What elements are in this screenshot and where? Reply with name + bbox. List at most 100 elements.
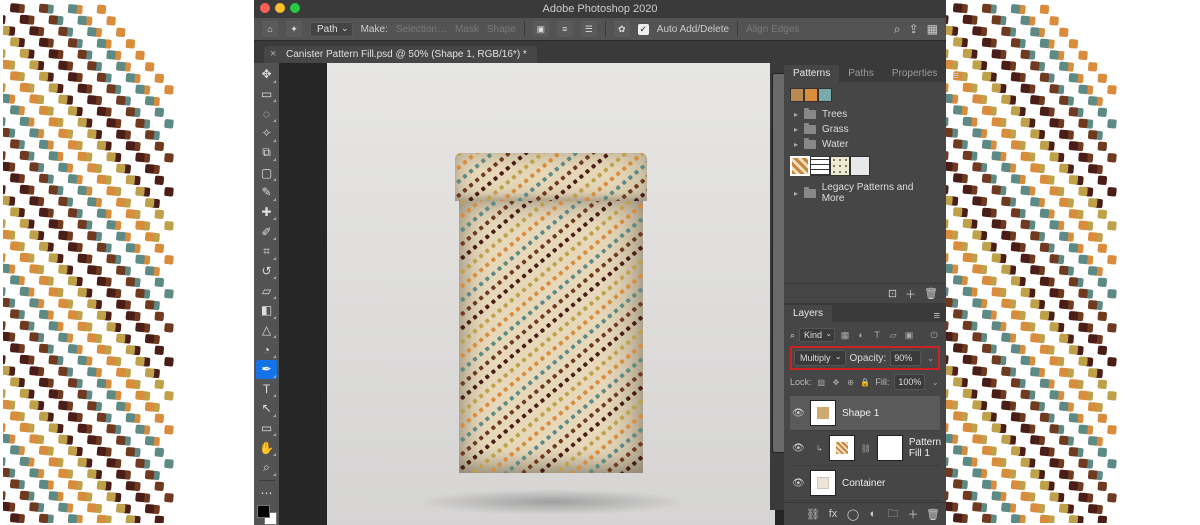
pattern-folder-trees[interactable]: ▸Trees [790, 107, 940, 122]
filter-shape-icon[interactable]: ▱ [887, 329, 899, 341]
tool-healing[interactable]: ✚ [256, 203, 277, 222]
layer-thumb[interactable] [829, 435, 855, 461]
tab-paths[interactable]: Paths [839, 65, 883, 82]
canvas-area[interactable] [279, 63, 784, 525]
layer-name[interactable]: Shape 1 [842, 408, 879, 419]
layer-thumb[interactable] [810, 400, 836, 426]
pattern-thumb[interactable] [810, 156, 830, 176]
path-align-icon[interactable]: ≡ [557, 21, 573, 37]
tool-pen[interactable]: ✒ [256, 360, 277, 379]
tool-rectangle[interactable]: ▭ [256, 419, 277, 438]
layer-mask-thumb[interactable] [877, 435, 903, 461]
lock-all-icon[interactable]: 🔒 [860, 376, 870, 388]
pattern-folder-water[interactable]: ▸Water [790, 137, 940, 152]
tab-layers[interactable]: Layers [784, 305, 832, 322]
visibility-toggle-icon[interactable]: 👁 [792, 478, 804, 489]
mask-icon[interactable]: ◯ [846, 507, 860, 521]
fg-bg-swatch[interactable] [257, 505, 277, 525]
panel-menu-icon[interactable]: ≡ [946, 70, 964, 82]
lock-position-icon[interactable]: ✥ [831, 376, 841, 388]
pattern-folder-grass[interactable]: ▸Grass [790, 122, 940, 137]
pattern-thumb[interactable] [850, 156, 870, 176]
trash-icon[interactable]: 🗑 [924, 287, 938, 300]
tool-brush[interactable]: ✐ [256, 222, 277, 241]
tool-hand[interactable]: ✋ [256, 438, 277, 457]
tool-wand[interactable]: ✧ [256, 124, 277, 143]
home-icon[interactable]: ⌂ [262, 21, 278, 37]
panel-menu-icon[interactable]: ≡ [928, 310, 946, 322]
tool-lasso[interactable]: ◌ [256, 104, 277, 123]
pattern-swatch[interactable] [818, 88, 832, 102]
path-op-combine-icon[interactable]: ▣ [533, 21, 549, 37]
chevron-down-icon[interactable]: ⌄ [930, 376, 940, 388]
new-preset-icon[interactable]: ＋ [905, 286, 916, 302]
blend-mode-select[interactable]: Multiply [794, 350, 846, 366]
tool-clone[interactable]: ⌗ [256, 242, 277, 261]
tool-zoom[interactable]: ⌕ [256, 458, 277, 477]
visibility-toggle-icon[interactable]: 👁 [792, 443, 804, 454]
group-icon[interactable]: 🗀 [886, 507, 900, 521]
pattern-swatch[interactable] [790, 88, 804, 102]
lock-pixels-icon[interactable]: ▨ [817, 376, 827, 388]
tool-history-brush[interactable]: ↺ [256, 262, 277, 281]
share-icon[interactable]: ⇪ [909, 22, 919, 37]
layer-name[interactable]: Pattern Fill 1 [909, 437, 941, 459]
make-mask-button[interactable]: Mask [455, 24, 479, 35]
link-layers-icon[interactable]: ⛓ [806, 507, 820, 521]
minimize-window-button[interactable] [275, 3, 285, 13]
tool-type[interactable]: T [256, 380, 277, 399]
tool-eyedropper[interactable]: ✎ [256, 183, 277, 202]
filter-adjust-icon[interactable]: ◐ [855, 329, 867, 341]
path-arrange-icon[interactable]: ☰ [581, 21, 597, 37]
fx-icon[interactable]: fx [826, 507, 840, 521]
document-tab[interactable]: Canister Pattern Fill.psd @ 50% (Shape 1… [264, 46, 537, 63]
adjustment-icon[interactable]: ◐ [866, 507, 880, 521]
tool-dodge[interactable]: ◔ [256, 340, 277, 359]
tab-patterns[interactable]: Patterns [784, 65, 839, 82]
tool-frame[interactable]: ▢ [256, 163, 277, 182]
tool-marquee[interactable]: ▭ [256, 85, 277, 104]
new-layer-icon[interactable]: ＋ [906, 507, 920, 521]
layer-row-pattern-fill-1[interactable]: 👁 ↳ ⛓ Pattern Fill 1 [790, 431, 940, 466]
zoom-window-button[interactable] [290, 3, 300, 13]
pattern-folder-legacy[interactable]: ▸Legacy Patterns and More [790, 180, 940, 206]
tool-preset-icon[interactable]: ✦ [286, 21, 302, 37]
filter-toggle-icon[interactable]: ⏻ [928, 329, 940, 341]
tab-properties[interactable]: Properties [883, 65, 947, 82]
layer-name[interactable]: Container [842, 478, 885, 489]
visibility-toggle-icon[interactable]: 👁 [792, 408, 804, 419]
workspace-switcher-icon[interactable]: ▦ [927, 22, 938, 37]
tool-eraser[interactable]: ▱ [256, 281, 277, 300]
layer-row-container[interactable]: 👁 Container [790, 466, 940, 501]
lock-artboard-icon[interactable]: ⊕ [846, 376, 856, 388]
link-icon[interactable]: ⛓ [861, 444, 871, 453]
path-mode-select[interactable]: Path [310, 22, 353, 37]
close-window-button[interactable] [260, 3, 270, 13]
tool-move[interactable]: ✥ [256, 65, 277, 84]
filter-kind-select[interactable]: Kind [799, 328, 835, 342]
make-selection-button[interactable]: Selection… [396, 24, 447, 35]
tool-crop[interactable]: ⧉ [256, 144, 277, 163]
document-canvas[interactable] [327, 63, 775, 525]
trash-icon[interactable]: 🗑 [926, 507, 940, 521]
pattern-thumb[interactable] [830, 156, 850, 176]
vertical-scrollbar[interactable] [770, 63, 784, 510]
save-preset-icon[interactable]: ⊡ [888, 287, 897, 300]
layer-thumb[interactable] [810, 470, 836, 496]
opacity-input[interactable]: 90% [890, 350, 921, 366]
filter-pixel-icon[interactable]: ▦ [839, 329, 851, 341]
make-shape-button[interactable]: Shape [487, 24, 516, 35]
chevron-down-icon[interactable]: ⌄ [925, 352, 936, 364]
tool-gradient[interactable]: ◧ [256, 301, 277, 320]
tool-blur[interactable]: △ [256, 321, 277, 340]
pattern-swatch[interactable] [804, 88, 818, 102]
filter-type-icon[interactable]: T [871, 329, 883, 341]
gear-icon[interactable]: ✿ [614, 21, 630, 37]
filter-smart-icon[interactable]: ▣ [903, 329, 915, 341]
auto-add-delete-checkbox[interactable]: ✓ [638, 24, 649, 35]
scrollbar-thumb[interactable] [772, 73, 784, 453]
pattern-thumb[interactable] [790, 156, 810, 176]
layer-row-shape-1[interactable]: 👁 Shape 1 [790, 396, 940, 431]
search-icon[interactable]: ⌕ [894, 22, 901, 37]
tool-path-select[interactable]: ↖ [256, 399, 277, 418]
